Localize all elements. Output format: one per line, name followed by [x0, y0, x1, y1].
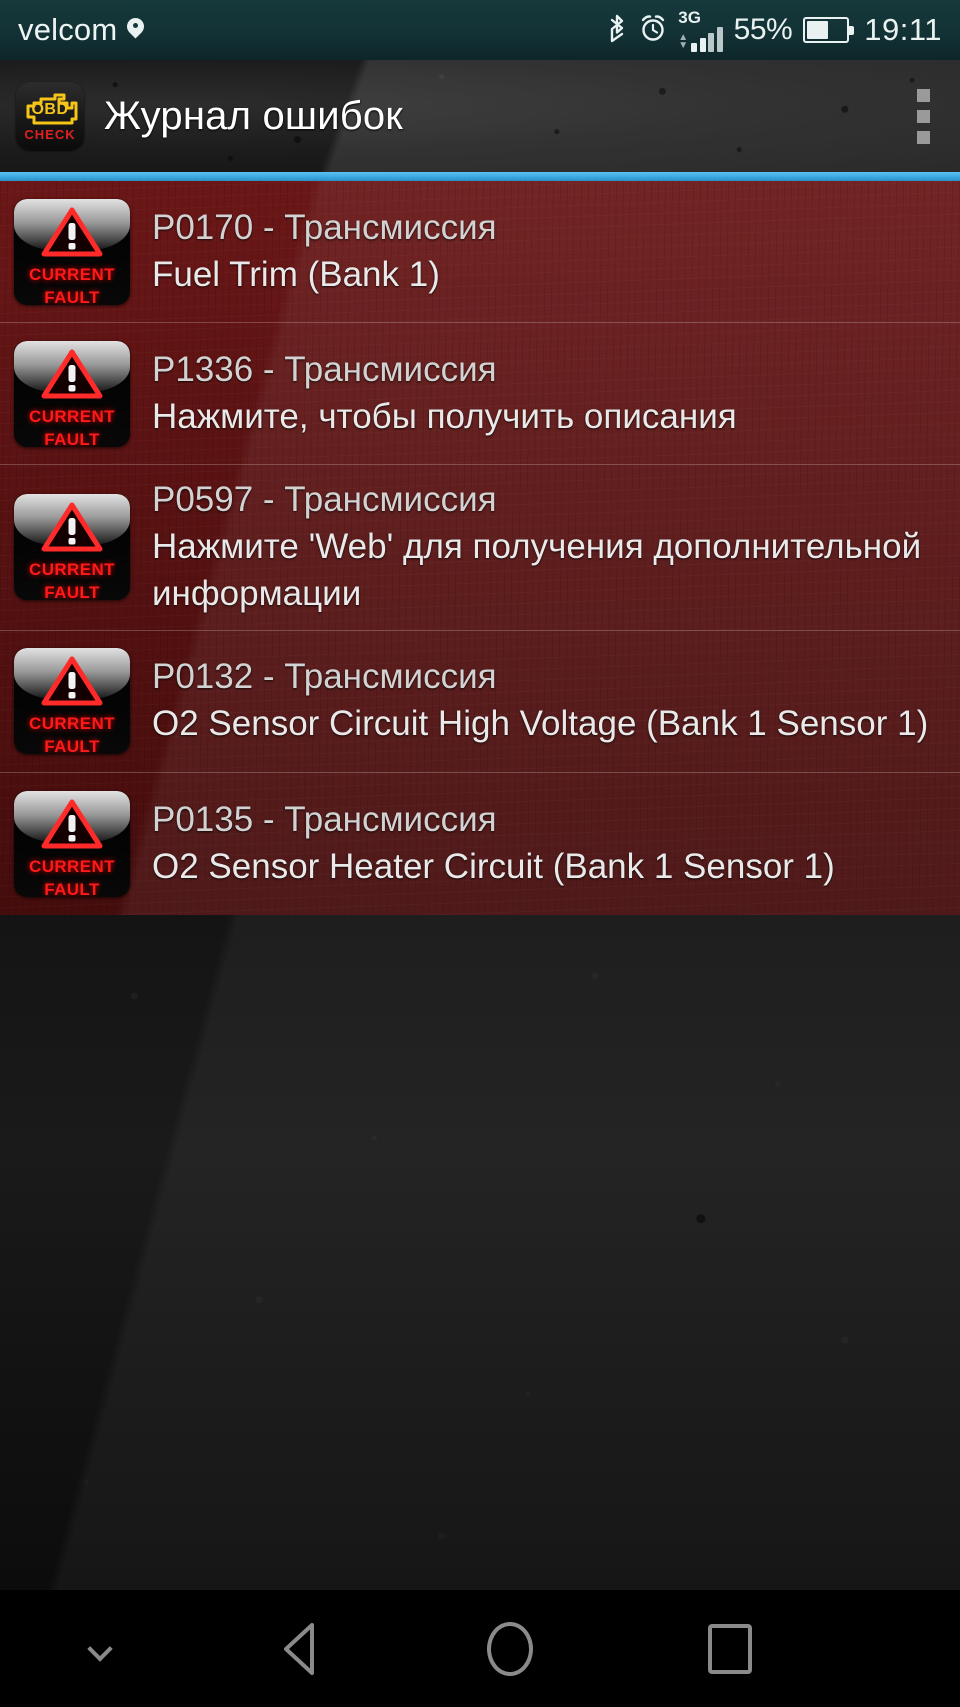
- badge-line-1: CURRENT: [29, 856, 115, 876]
- fault-text-group: P0132 - Трансмиссия O2 Sensor Circuit Hig…: [152, 654, 946, 748]
- current-fault-badge: CURRENT FAULT: [14, 648, 130, 755]
- badge-line-2: FAULT: [44, 583, 100, 601]
- fault-description: O2 Sensor Heater Circuit (Bank 1 Sensor …: [152, 846, 835, 886]
- fault-code: P0135 - Трансмиссия: [152, 799, 497, 839]
- back-triangle-icon[interactable]: [200, 1590, 400, 1707]
- warning-triangle-icon: [41, 348, 103, 405]
- signal-bars-icon: [691, 26, 723, 52]
- fault-list-item[interactable]: CURRENT FAULT P0135 - Трансмиссия O2 Sensor…: [0, 773, 960, 915]
- current-fault-badge: CURRENT FAULT: [14, 198, 130, 305]
- accent-divider: [0, 172, 960, 181]
- action-bar: OBD CHECK Журнал ошибок: [0, 60, 960, 172]
- warning-triangle-icon: [41, 798, 103, 855]
- badge-line-2: FAULT: [44, 429, 100, 447]
- carrier-group: velcom: [18, 12, 144, 48]
- bluetooth-icon: [606, 13, 628, 48]
- fault-text-group: P0597 - Трансмиссия Нажмите 'Web' для пол…: [152, 477, 946, 618]
- battery-icon: [803, 17, 855, 43]
- phone-screen: velcom 3G ▲ ▼ 55% 19:11 OBD CHECK Журнал…: [0, 0, 960, 1707]
- fault-description: Fuel Trim (Bank 1): [152, 254, 440, 294]
- fault-description: O2 Sensor Circuit High Voltage (Bank 1 S…: [152, 704, 929, 744]
- overflow-menu-icon[interactable]: [903, 79, 944, 154]
- current-fault-badge: CURRENT FAULT: [14, 790, 130, 897]
- obd-check-app-icon[interactable]: OBD CHECK: [16, 82, 84, 150]
- fault-list-item[interactable]: CURRENT FAULT P1336 - Трансмиссия Нажмите, …: [0, 323, 960, 465]
- carrier-label: velcom: [18, 12, 118, 47]
- recents-square-icon[interactable]: [620, 1590, 840, 1707]
- data-arrows-icon: ▲ ▼: [678, 31, 689, 51]
- home-circle-icon[interactable]: [400, 1590, 620, 1707]
- badge-line-2: FAULT: [44, 879, 100, 897]
- network-type-label: 3G: [678, 7, 701, 27]
- status-icons-group: 3G ▲ ▼ 55% 19:11: [606, 9, 942, 52]
- status-bar: velcom 3G ▲ ▼ 55% 19:11: [0, 0, 960, 60]
- current-fault-badge: CURRENT FAULT: [14, 494, 130, 601]
- fault-description: Нажмите 'Web' для получения дополнительн…: [152, 526, 922, 613]
- warning-triangle-icon: [41, 501, 103, 558]
- system-nav-bar: [0, 1590, 960, 1707]
- badge-line-2: FAULT: [44, 287, 100, 305]
- battery-percent-label: 55%: [733, 13, 793, 46]
- badge-line-1: CURRENT: [29, 264, 115, 284]
- fault-text-group: P1336 - Трансмиссия Нажмите, чтобы получи…: [152, 347, 946, 441]
- fault-description: Нажмите, чтобы получить описания: [152, 396, 737, 436]
- badge-line-1: CURRENT: [29, 406, 115, 426]
- fault-code: P1336 - Трансмиссия: [152, 349, 497, 389]
- badge-line-1: CURRENT: [29, 714, 115, 734]
- chevron-down-icon[interactable]: [0, 1590, 200, 1707]
- badge-line-1: CURRENT: [29, 560, 115, 580]
- warning-triangle-icon: [41, 655, 103, 712]
- fault-text-group: P0135 - Трансмиссия O2 Sensor Heater Circ…: [152, 797, 946, 891]
- location-pin-icon: [127, 18, 144, 42]
- page-title: Журнал ошибок: [104, 93, 404, 138]
- empty-list-area: [0, 915, 960, 1590]
- clock-label: 19:11: [864, 12, 942, 47]
- network-signal-group: 3G ▲ ▼: [678, 7, 723, 52]
- fault-code: P0597 - Трансмиссия: [152, 480, 497, 519]
- engine-icon: OBD: [22, 93, 78, 127]
- app-icon-obd-text: OBD: [31, 101, 69, 118]
- fault-list: CURRENT FAULT P0170 - Трансмиссия Fuel Trim…: [0, 181, 960, 915]
- current-fault-badge: CURRENT FAULT: [14, 340, 130, 447]
- fault-list-item[interactable]: CURRENT FAULT P0170 - Трансмиссия Fuel Trim…: [0, 181, 960, 323]
- app-icon-check-text: CHECK: [24, 127, 76, 142]
- warning-triangle-icon: [41, 206, 103, 263]
- fault-code: P0170 - Трансмиссия: [152, 207, 497, 247]
- badge-line-2: FAULT: [44, 737, 100, 755]
- fault-list-item[interactable]: CURRENT FAULT P0597 - Трансмиссия Нажмите '…: [0, 465, 960, 631]
- fault-text-group: P0170 - Трансмиссия Fuel Trim (Bank 1): [152, 205, 946, 299]
- fault-code: P0132 - Трансмиссия: [152, 657, 497, 697]
- fault-list-item[interactable]: CURRENT FAULT P0132 - Трансмиссия O2 Sensor…: [0, 631, 960, 773]
- alarm-clock-icon: [639, 13, 667, 48]
